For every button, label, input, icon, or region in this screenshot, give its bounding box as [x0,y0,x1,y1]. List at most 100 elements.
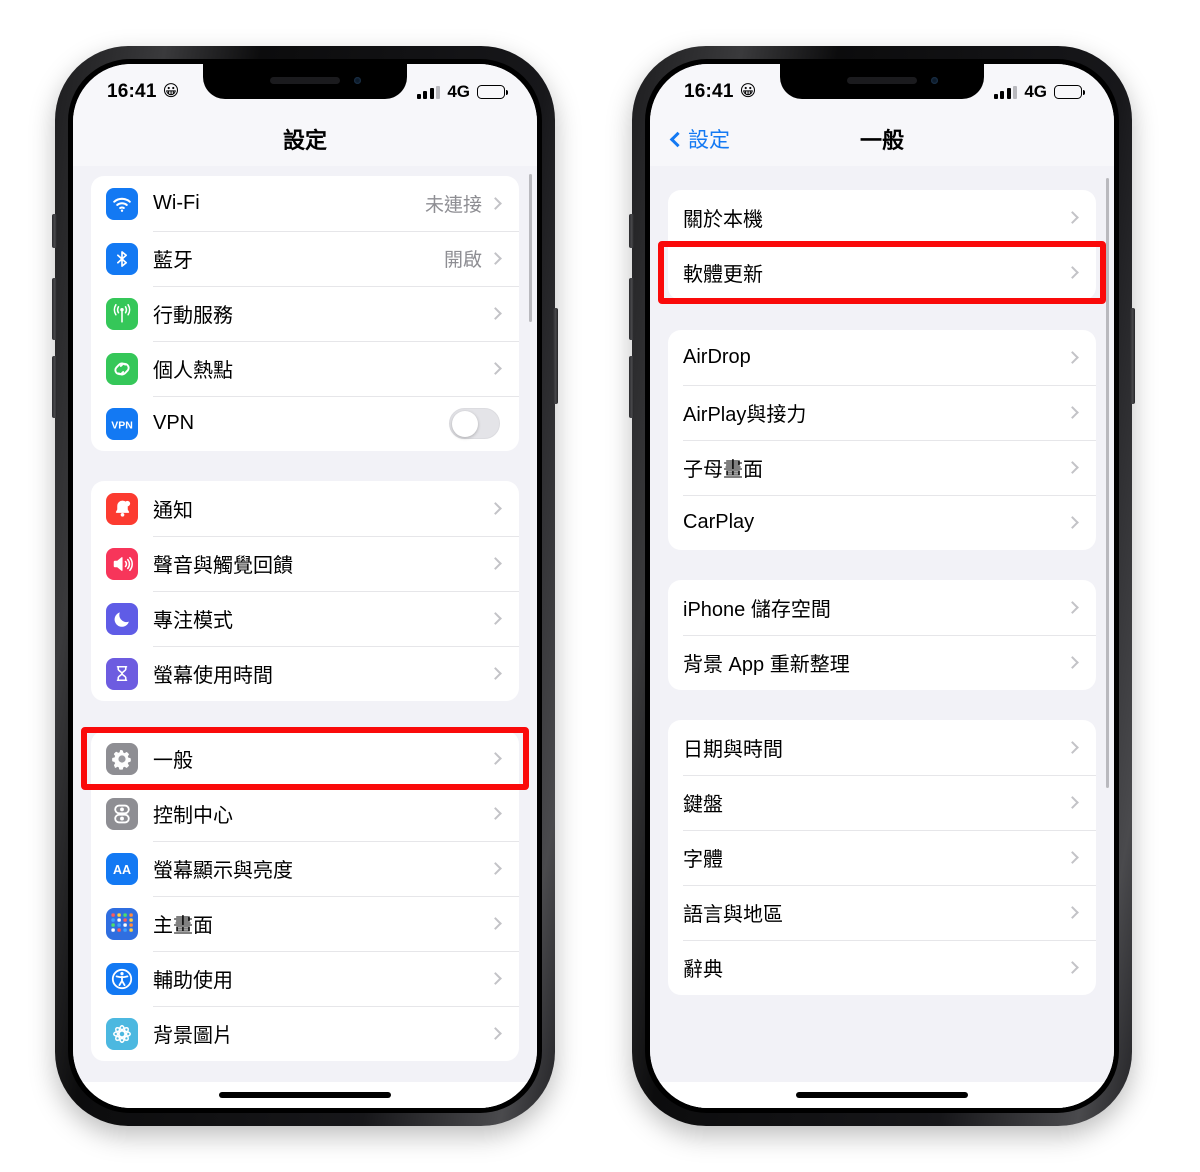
chevron-right-icon [489,197,502,210]
toggle-switch[interactable] [449,408,500,439]
settings-row[interactable]: VPN VPN [91,396,519,451]
wallpaper-icon [106,1017,138,1050]
chevron-right-icon [1066,461,1079,474]
mute-switch[interactable] [629,214,634,248]
settings-row[interactable]: 通知 [91,481,519,536]
chevron-right-icon [489,972,502,985]
control-center-icon [106,797,138,830]
chevron-right-icon [1066,961,1079,974]
volume-up-button[interactable] [52,278,57,340]
volume-up-button[interactable] [629,278,634,340]
settings-row[interactable]: 背景 App 重新整理 [668,635,1096,690]
settings-row[interactable]: 子母畫面 [668,440,1096,495]
settings-row[interactable]: 背景圖片 [91,1006,519,1061]
settings-row[interactable]: 行動服務 [91,286,519,341]
notch [203,64,407,99]
chevron-left-icon [669,131,686,147]
settings-row-label: 鍵盤 [683,794,723,816]
settings-group-connectivity: Wi-Fi 未連接 藍牙 開啟 行動服務 個人熱點 VPN VPN [91,176,519,451]
nav-bar-right: 設定 一般 [650,112,1114,166]
display-aa-icon: AA [106,852,138,885]
settings-row-label: 螢幕顯示與亮度 [153,860,293,882]
settings-row[interactable]: 辭典 [668,940,1096,995]
bluetooth-icon [106,242,138,275]
phone-screen-right: 16:41 😀 4G 設定 一般 關於本機 軟體更新 AirDrop AirPl… [650,64,1114,1108]
chevron-right-icon [1066,796,1079,809]
phone-screen-left: 16:41 😀 4G 設定 Wi-Fi 未連接 藍牙 開啟 行動服務 個人熱點 VPN VPN… [73,64,537,1108]
settings-group-alerts: 通知 聲音與觸覺回饋 專注模式螢幕使用時間 [91,481,519,701]
settings-row-label: 藍牙 [153,250,193,272]
settings-row[interactable]: CarPlay [668,495,1096,550]
accessibility-icon [106,962,138,995]
home-indicator[interactable] [219,1092,391,1098]
iphone-mockup-settings: 16:41 😀 4G 設定 Wi-Fi 未連接 藍牙 開啟 行動服務 個人熱點 VPN VPN… [52,46,558,1126]
settings-row[interactable]: 字體 [668,830,1096,885]
volume-down-button[interactable] [52,356,57,418]
cellular-signal-icon [993,85,1018,99]
screenshot-stage: 16:41 😀 4G 設定 Wi-Fi 未連接 藍牙 開啟 行動服務 個人熱點 VPN VPN… [0,0,1200,1172]
general-scroll-view[interactable]: 關於本機軟體更新 AirDrop AirPlay與接力 子母畫面 CarPlay iPho… [650,166,1114,1108]
settings-row[interactable]: 控制中心 [91,786,519,841]
power-button[interactable] [553,308,558,404]
settings-row[interactable]: AirDrop [668,330,1096,385]
settings-row[interactable]: 專注模式 [91,591,519,646]
settings-row-label: AirDrop [683,346,751,368]
speaker-icon [106,547,138,580]
bell-icon [106,492,138,525]
settings-row-label: 語言與地區 [683,904,783,926]
svg-text:AA: AA [113,862,131,876]
settings-row[interactable]: AA 螢幕顯示與亮度 [91,841,519,896]
settings-row-label: 一般 [153,750,193,772]
scrollbar[interactable] [1105,178,1109,788]
notch [780,64,984,99]
settings-row-label: 背景 App 重新整理 [683,654,850,676]
battery-icon [1054,85,1085,99]
scrollbar[interactable] [528,174,532,322]
chevron-right-icon [1066,351,1079,364]
chevron-right-icon [1066,211,1079,224]
settings-row-label: 關於本機 [683,209,763,231]
chevron-right-icon [489,557,502,570]
settings-row[interactable]: 聲音與觸覺回饋 [91,536,519,591]
back-button-label: 設定 [688,129,730,152]
settings-row-detail: 未連接 [424,195,482,216]
battery-icon [477,85,508,99]
settings-row-label: 螢幕使用時間 [153,665,273,687]
settings-group-system: 一般控制中心 AA 螢幕顯示與亮度主畫面 輔助使用背景圖片 [91,731,519,1061]
focus-emoji-icon: 😀 [162,83,180,100]
chevron-right-icon [1066,906,1079,919]
home-indicator[interactable] [796,1092,968,1098]
settings-row[interactable]: AirPlay與接力 [668,385,1096,440]
clock: 16:41 [684,81,734,102]
home-screen-icon [106,907,138,940]
moon-icon [106,602,138,635]
volume-down-button[interactable] [629,356,634,418]
settings-row[interactable]: 主畫面 [91,896,519,951]
settings-row[interactable]: 螢幕使用時間 [91,646,519,701]
settings-row[interactable]: 輔助使用 [91,951,519,1006]
back-button[interactable]: 設定 [669,124,730,154]
settings-row[interactable]: 一般 [91,731,519,786]
settings-row[interactable]: 藍牙 開啟 [91,231,519,286]
chevron-right-icon [489,252,502,265]
settings-row[interactable]: 軟體更新 [668,245,1096,300]
settings-group-sharing: AirDrop AirPlay與接力 子母畫面 CarPlay [668,330,1096,550]
gear-icon [106,742,138,775]
settings-row[interactable]: 關於本機 [668,190,1096,245]
network-type-label: 4G [447,82,470,101]
settings-row[interactable]: 個人熱點 [91,341,519,396]
settings-group-storage: iPhone 儲存空間背景 App 重新整理 [668,580,1096,690]
settings-row[interactable]: 鍵盤 [668,775,1096,830]
settings-row[interactable]: iPhone 儲存空間 [668,580,1096,635]
chevron-right-icon [1066,516,1079,529]
power-button[interactable] [1130,308,1135,404]
settings-scroll-view[interactable]: Wi-Fi 未連接 藍牙 開啟 行動服務 個人熱點 VPN VPN 通知 聲音與觸覺回饋 專注模式螢… [73,166,537,1108]
settings-row-label: 背景圖片 [153,1025,233,1047]
settings-row[interactable]: 日期與時間 [668,720,1096,775]
settings-row[interactable]: Wi-Fi 未連接 [91,176,519,231]
settings-row[interactable]: 語言與地區 [668,885,1096,940]
mute-switch[interactable] [52,214,57,248]
